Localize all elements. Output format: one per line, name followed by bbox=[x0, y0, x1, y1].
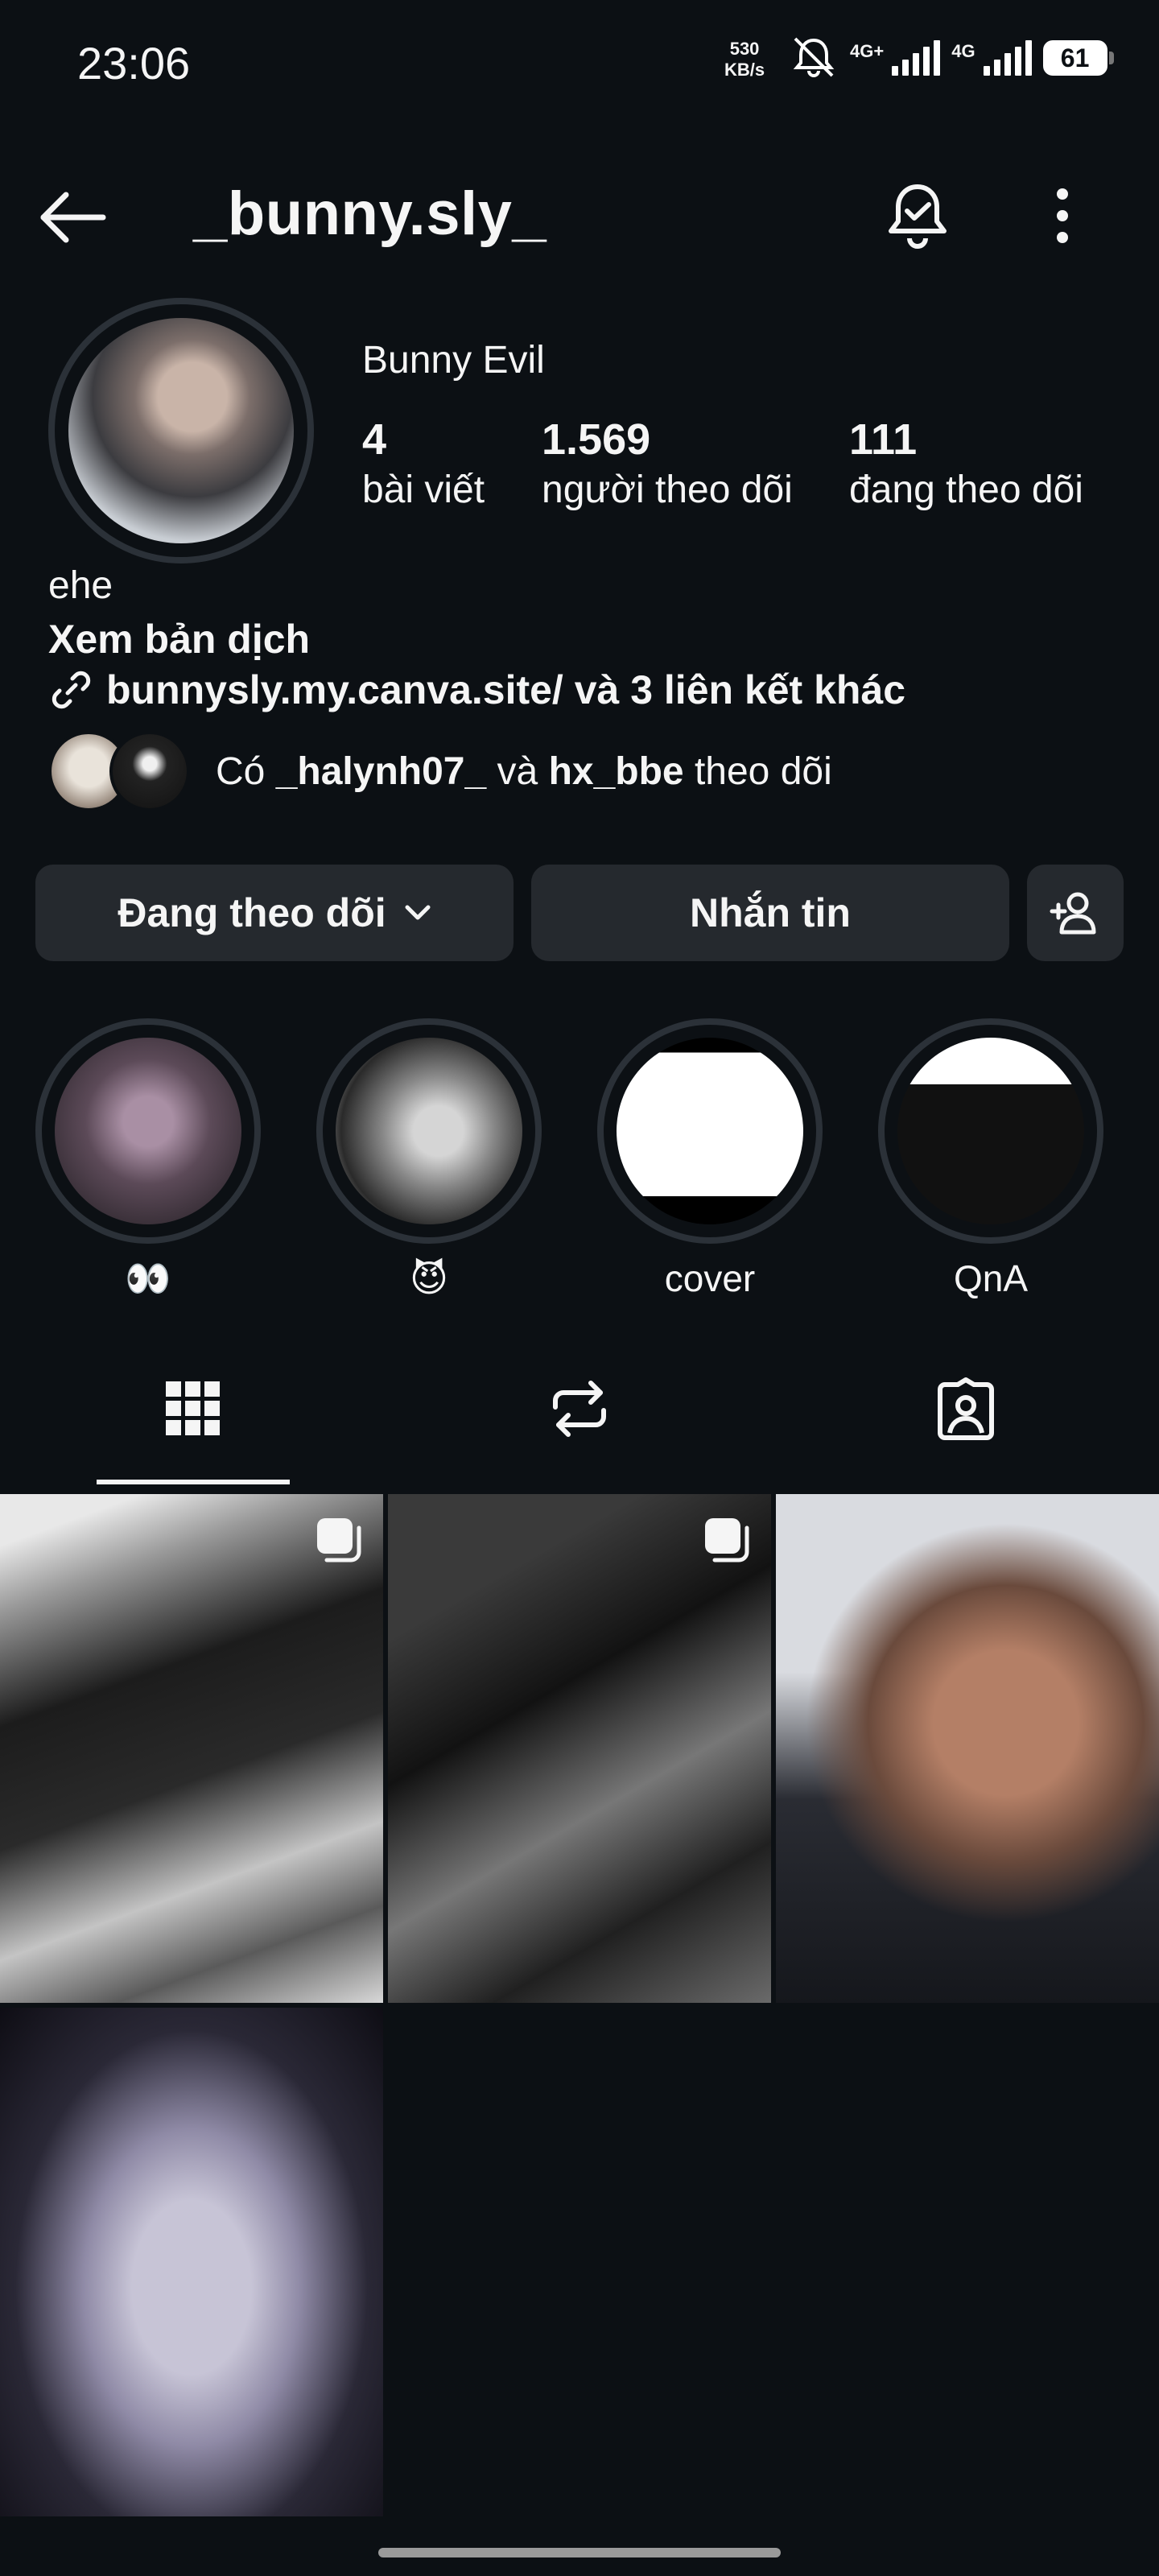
mutual-follower-avatar bbox=[109, 731, 190, 811]
signal-icon bbox=[983, 40, 1032, 76]
highlight-cover bbox=[617, 1038, 803, 1224]
tagged-icon bbox=[938, 1377, 994, 1440]
notifications-button[interactable] bbox=[877, 175, 958, 256]
post-thumbnail[interactable] bbox=[0, 2008, 383, 2516]
story-highlight[interactable]: 😈 bbox=[316, 1018, 542, 1300]
status-time: 23:06 bbox=[77, 38, 191, 89]
signal-icon bbox=[892, 40, 941, 76]
highlight-cover bbox=[336, 1038, 522, 1224]
highlight-label: 👀 bbox=[125, 1257, 171, 1299]
mutual-follower-name: _halynh07_ bbox=[275, 749, 487, 793]
stat-value: 1.569 bbox=[542, 415, 651, 464]
mute-icon bbox=[789, 34, 839, 83]
stat-label: người theo dõi bbox=[542, 469, 793, 511]
highlight-ring bbox=[878, 1018, 1103, 1244]
network-speed: 530 KB/s bbox=[724, 39, 765, 80]
story-highlight[interactable]: QnA bbox=[878, 1018, 1103, 1300]
post-thumbnail[interactable] bbox=[0, 1494, 383, 2003]
profile-username: _bunny.sly_ bbox=[193, 180, 547, 248]
profile-links[interactable]: bunnysly.my.canva.site/ và 3 liên kết kh… bbox=[48, 667, 905, 713]
suggested-users-button[interactable] bbox=[1027, 865, 1124, 961]
add-person-icon bbox=[1050, 892, 1096, 935]
bell-icon bbox=[889, 184, 947, 249]
active-tab-indicator bbox=[97, 1480, 290, 1484]
highlight-cover bbox=[55, 1038, 241, 1224]
chevron-down-icon bbox=[405, 905, 431, 920]
highlight-label: 😈 bbox=[410, 1257, 448, 1299]
mutual-followers[interactable]: Có _halynh07_ và hx_bbe theo dõi bbox=[48, 731, 832, 811]
back-button[interactable] bbox=[32, 177, 113, 258]
highlight-label: cover bbox=[664, 1257, 756, 1299]
network-type-1: 4G+ bbox=[850, 41, 885, 61]
tab-reposts[interactable] bbox=[539, 1368, 620, 1449]
network-type-2: 4G bbox=[951, 41, 975, 61]
more-vertical-icon bbox=[1057, 188, 1068, 243]
message-button-label: Nhắn tin bbox=[690, 890, 851, 935]
following-button-label: Đang theo dõi bbox=[118, 890, 386, 935]
multiple-photos-icon bbox=[317, 1518, 361, 1563]
following-button[interactable]: Đang theo dõi bbox=[35, 865, 514, 961]
stat-label: bài viết bbox=[362, 469, 485, 511]
post-thumbnail[interactable] bbox=[388, 1494, 771, 2003]
mutual-follower-name: hx_bbe bbox=[548, 749, 684, 793]
highlight-cover bbox=[897, 1038, 1084, 1224]
battery-icon: 61 bbox=[1042, 40, 1114, 76]
post-thumbnail[interactable] bbox=[776, 1494, 1159, 2003]
tab-posts-grid[interactable] bbox=[153, 1368, 233, 1449]
profile-full-name: Bunny Evil bbox=[362, 339, 545, 382]
mutual-followers-text: Có _halynh07_ và hx_bbe theo dõi bbox=[216, 749, 832, 793]
avatar-image bbox=[68, 318, 294, 543]
more-options-button[interactable] bbox=[1022, 175, 1103, 256]
stat-value: 4 bbox=[362, 415, 387, 464]
profile-bio: ehe bbox=[48, 564, 113, 607]
tab-tagged[interactable] bbox=[926, 1368, 1006, 1449]
network-speed-value: 530 bbox=[729, 39, 760, 59]
posts-count[interactable]: 4 bài viết bbox=[362, 415, 485, 512]
link-text: bunnysly.my.canva.site/ và 3 liên kết kh… bbox=[106, 667, 906, 712]
home-indicator[interactable] bbox=[378, 2548, 781, 2557]
repost-icon bbox=[553, 1381, 606, 1437]
profile-avatar[interactable] bbox=[48, 298, 314, 564]
battery-level: 61 bbox=[1060, 43, 1090, 72]
status-icons: 4G+ 4G 61 bbox=[789, 34, 1114, 83]
highlight-ring bbox=[597, 1018, 823, 1244]
back-arrow-icon bbox=[40, 192, 106, 243]
status-bar: 23:06 530 KB/s 4G+ 4G 61 bbox=[0, 0, 1159, 121]
stat-label: đang theo dõi bbox=[849, 469, 1083, 511]
grid-icon bbox=[166, 1381, 220, 1435]
stat-value: 111 bbox=[849, 415, 918, 464]
network-speed-unit: KB/s bbox=[724, 60, 765, 80]
link-icon bbox=[52, 671, 91, 709]
highlight-ring bbox=[316, 1018, 542, 1244]
highlight-label: QnA bbox=[953, 1257, 1029, 1299]
message-button[interactable]: Nhắn tin bbox=[531, 865, 1009, 961]
story-highlight[interactable]: 👀 bbox=[35, 1018, 261, 1301]
story-highlight[interactable]: cover bbox=[597, 1018, 823, 1300]
see-translation-link[interactable]: Xem bản dịch bbox=[48, 616, 310, 663]
followers-count[interactable]: 1.569 người theo dõi bbox=[542, 415, 793, 512]
highlight-ring bbox=[35, 1018, 261, 1244]
multiple-photos-icon bbox=[705, 1518, 749, 1563]
following-count[interactable]: 111 đang theo dõi bbox=[849, 415, 1083, 512]
